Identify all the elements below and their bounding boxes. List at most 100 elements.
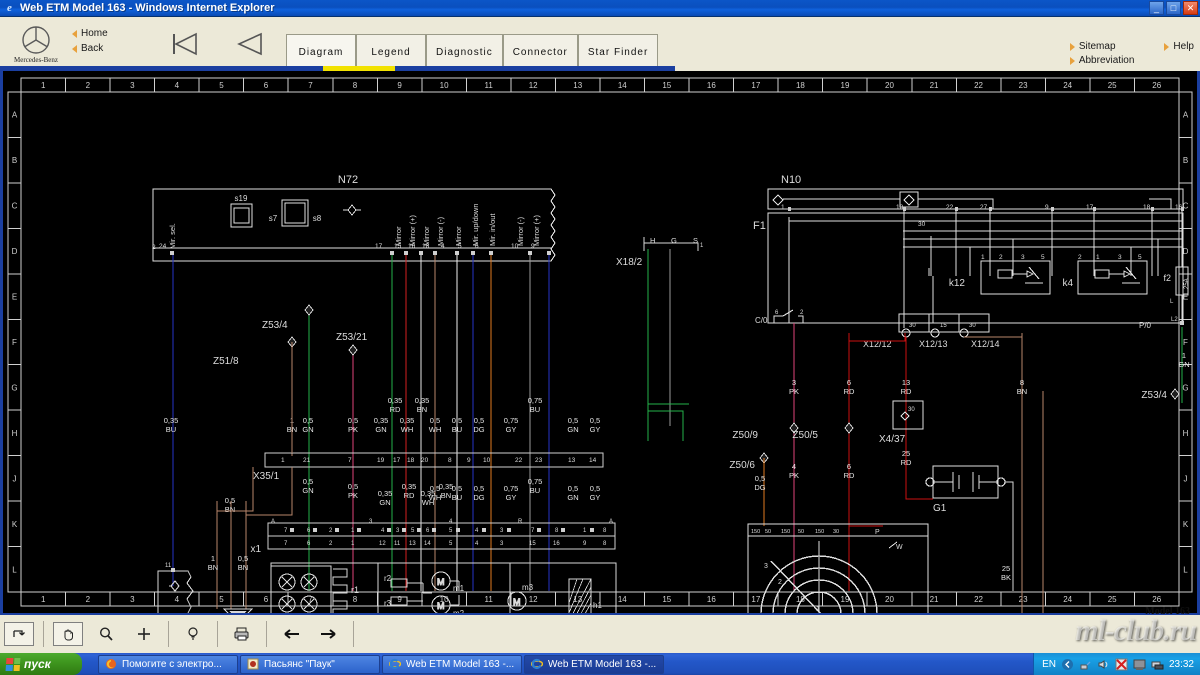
connection-icon[interactable] [1151,658,1164,671]
svg-text:9: 9 [531,243,535,250]
svg-text:4: 4 [441,243,445,250]
ruler-column-label: 8 [353,595,358,604]
taskbar-item-2-label: Web ETM Model 163 -... [406,658,515,670]
pan-tool-button[interactable] [53,622,83,646]
wire-color-label: RD [844,471,855,480]
sitemap-link[interactable]: Sitemap [1069,41,1135,52]
zoom-in-button[interactable] [129,622,159,646]
tab-legend[interactable]: Legend [356,34,426,70]
ruler-row-label: D [12,247,18,256]
previous-page-button[interactable] [233,29,267,59]
monitor-icon[interactable] [1133,658,1146,671]
ruler-column-label: 12 [529,81,538,90]
ruler-row-label: H [1183,429,1189,438]
wire-size-label: 4 [792,462,796,471]
ruler-column-label: 1 [41,81,46,90]
ruler-column-label: 11 [484,595,493,604]
ruler-row-label: F [1183,338,1188,347]
component-label-g1: G1 [933,503,947,514]
tab-legend-label: Legend [371,47,411,58]
ruler-row-label: F [12,338,17,347]
taskbar-item-1[interactable]: Пасьянс "Паук" [240,654,380,674]
svg-text:H: H [650,236,655,245]
wire-color-label: PK [348,425,358,434]
ruler-column-label: 16 [707,81,716,90]
ruler-row-label: L [1183,565,1188,574]
wire-size-label: 0,35 [402,482,417,491]
wire-size-label: 0,5 [568,416,578,425]
part-label-m1: m1 [453,584,465,593]
ruler-column-label: 2 [86,81,91,90]
antivirus-icon[interactable] [1115,658,1128,671]
taskbar-item-2[interactable]: Web ETM Model 163 -... [382,654,522,674]
viewer-toolbar: Model 163 [0,606,1200,653]
ruler-row-label: H [12,429,18,438]
volume-icon[interactable] [1097,658,1110,671]
svg-text:9: 9 [467,457,471,464]
nav-back-button[interactable] [276,622,306,646]
tab-diagram[interactable]: Diagram [286,34,356,74]
ruler-column-label: 9 [397,81,402,90]
chevron-left-icon[interactable] [1061,658,1074,671]
toolbar-separator [266,621,267,647]
tab-star-finder[interactable]: Star Finder [577,34,659,70]
back-link[interactable]: Back [72,43,152,54]
arrow-right-icon [1069,56,1075,65]
start-button-label: пуск [24,657,51,671]
wire-size-label: 0,75 [504,416,519,425]
first-page-button[interactable] [168,29,202,59]
firefox-icon [105,658,117,670]
wire-size-label: 0,5 [474,484,484,493]
ruler-column-label: 17 [751,81,760,90]
svg-text:18: 18 [422,243,430,250]
help-link[interactable]: Help [1164,41,1194,52]
ruler-row-label: G [1182,383,1188,392]
svg-text:S: S [693,236,698,245]
language-indicator[interactable]: EN [1042,659,1056,670]
utility-links: Sitemap Help Abbreviation [1069,41,1194,66]
home-link[interactable]: Home [72,28,152,39]
taskbar-item-3[interactable]: Web ETM Model 163 -... [524,654,664,674]
svg-text:5: 5 [458,243,462,250]
wire-color-label: DG [754,483,765,492]
wire-size-label: 0,5 [452,416,462,425]
start-button[interactable]: пуск [0,653,82,675]
browser-window: e Web ETM Model 163 - Windows Internet E… [0,0,1200,675]
print-button[interactable] [227,622,257,646]
network-icon[interactable] [1079,658,1092,671]
hint-button[interactable] [178,622,208,646]
arrow-left-icon [72,44,77,53]
svg-text:150: 150 [781,529,790,535]
ruler-row-label: A [12,111,18,120]
window-controls[interactable]: _ □ ✕ [1149,1,1198,15]
minimize-button[interactable]: _ [1149,1,1164,15]
component-label-x12-14: X12/14 [971,339,1000,349]
ruler-column-label: 18 [796,81,805,90]
ruler-column-label: 10 [440,81,449,90]
ruler-column-label: 1 [41,595,46,604]
component-label-z50-6: Z50/6 [729,460,755,471]
ruler-column-label: 3 [130,81,135,90]
clock[interactable]: 23:32 [1169,659,1194,670]
nav-forward-button[interactable] [314,622,344,646]
wire-color-label: RD [404,491,415,500]
diagram-canvas[interactable]: 1 2 3 4 5 6 7 8 9 10 11 12 13 14 15 16 17 18 19 20 21 22 23 24 2… [0,71,1200,613]
ruler-column-label: 13 [573,81,582,90]
ruler-column-label: 4 [175,595,180,604]
tab-diagnostic[interactable]: Diagnostic [426,34,503,70]
component-label-z51-8: Z51/8 [213,356,239,367]
reset-view-button[interactable] [4,622,34,646]
tab-connector[interactable]: Connector [502,34,578,70]
maximize-button[interactable]: □ [1166,1,1181,15]
close-button[interactable]: ✕ [1183,1,1198,15]
taskbar-item-0[interactable]: Помогите с электро... [98,654,238,674]
taskbar-item-1-label: Пасьянс "Паук" [264,658,335,670]
abbreviation-link[interactable]: Abbreviation [1069,55,1134,66]
svg-text:20: 20 [421,457,429,464]
wire-color-label: BN [208,563,218,572]
svg-text:10: 10 [511,243,519,250]
wiring-diagram: 1 2 3 4 5 6 7 8 9 10 11 12 13 14 15 16 17 18 19 20 21 22 23 24 2… [3,71,1197,613]
ruler-column-label: 12 [529,595,538,604]
zoom-tool-button[interactable] [91,622,121,646]
ruler-column-label: 6 [264,81,269,90]
